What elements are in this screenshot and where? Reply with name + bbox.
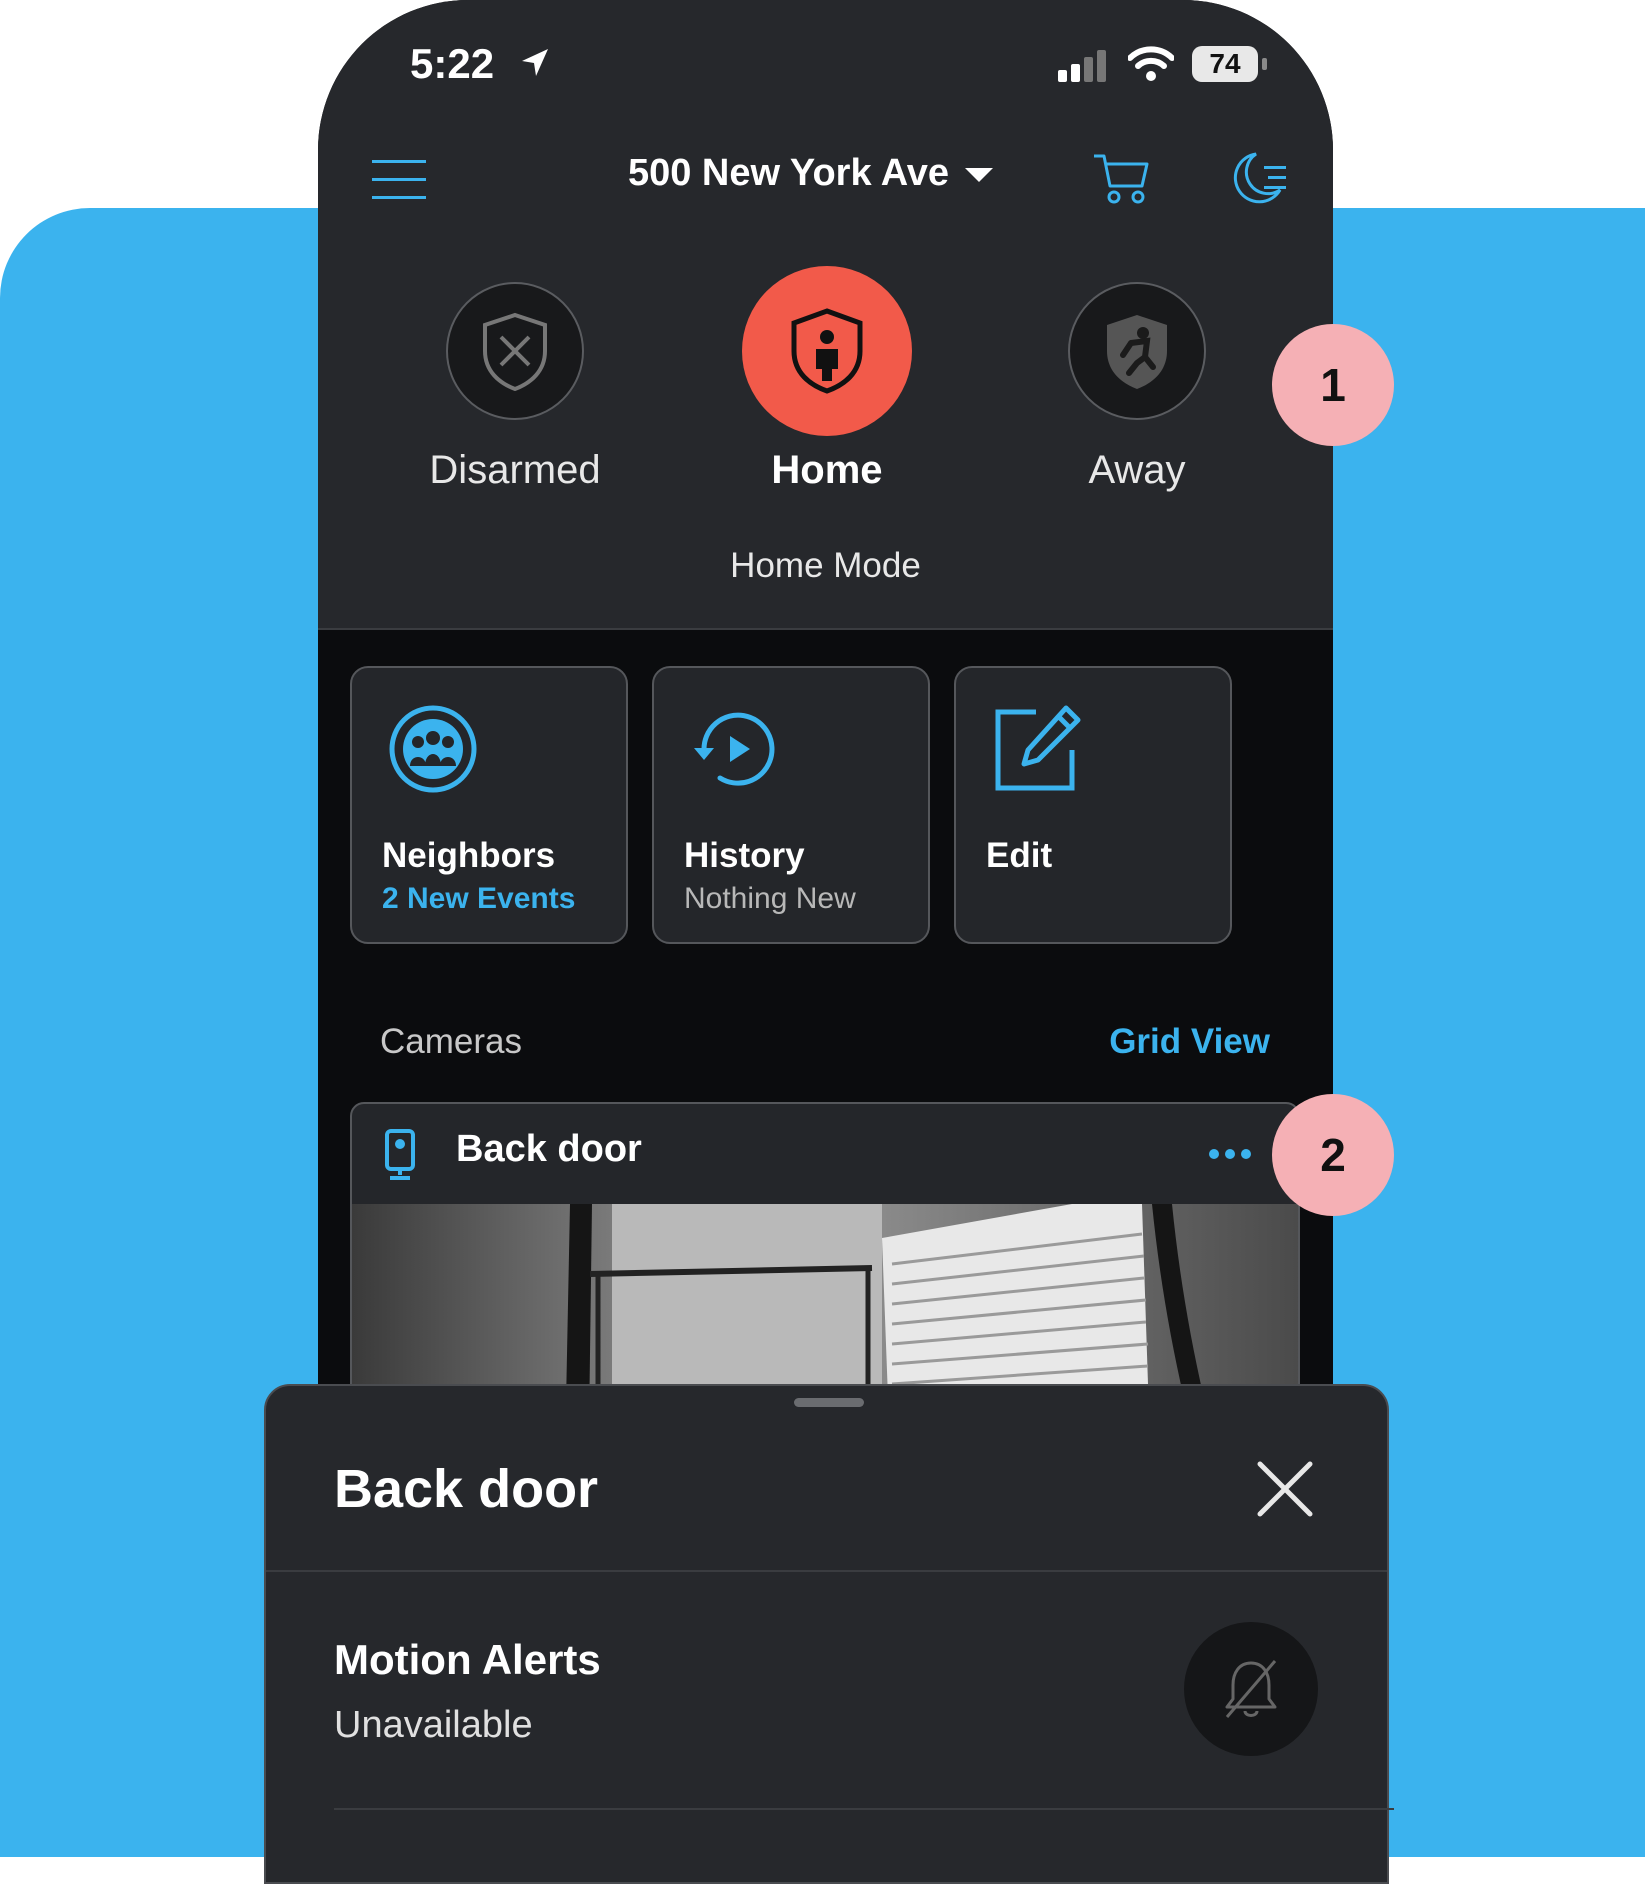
away-label: Away [1088, 448, 1186, 492]
location-arrow-icon [522, 49, 548, 76]
location-selector[interactable]: 500 New York Ave [318, 152, 1333, 195]
sheet-divider-bottom [334, 1808, 1394, 1810]
neighbors-icon [389, 705, 477, 793]
history-tile[interactable]: History Nothing New [652, 666, 930, 944]
battery-indicator: 74 [1192, 46, 1258, 82]
neighbors-title: Neighbors [382, 836, 556, 875]
sheet-drag-handle[interactable] [794, 1398, 864, 1407]
shopping-cart-icon[interactable] [1092, 150, 1150, 206]
battery-cap [1262, 58, 1267, 70]
current-mode-subtitle: Home Mode [730, 546, 921, 585]
home-mode-button[interactable] [742, 266, 912, 436]
history-play-icon [694, 712, 775, 786]
history-status: Nothing New [684, 882, 856, 915]
camera-name: Back door [456, 1128, 642, 1170]
bell-off-icon [1225, 1660, 1277, 1718]
grid-view-link[interactable]: Grid View [1109, 1022, 1270, 1062]
neighbors-events: 2 New Events [382, 882, 576, 915]
away-mode-button[interactable] [1068, 282, 1206, 420]
motion-alerts-toggle[interactable] [1184, 1622, 1318, 1756]
wifi-icon [1128, 46, 1174, 81]
chevron-down-icon [965, 167, 994, 182]
shield-running-person-icon [1107, 315, 1167, 389]
address-label: 500 New York Ave [627, 152, 950, 194]
disarmed-mode-button[interactable] [446, 282, 584, 420]
more-options-icon[interactable] [1208, 1148, 1252, 1160]
edit-pencil-icon [995, 705, 1081, 791]
disarmed-label: Disarmed [429, 448, 601, 492]
sheet-title: Back door [334, 1459, 599, 1519]
motion-alerts-status: Unavailable [334, 1704, 533, 1746]
home-label: Home [771, 448, 883, 492]
callout-badge-2: 2 [1272, 1094, 1394, 1216]
moon-modes-icon[interactable] [1230, 150, 1290, 206]
callout-badge-1: 1 [1272, 324, 1394, 446]
edit-tile[interactable]: Edit [954, 666, 1232, 944]
camera-bottom-sheet: Back door Motion Alerts Unavailable [264, 1384, 1394, 1884]
history-title: History [684, 836, 805, 875]
close-icon[interactable] [1256, 1460, 1314, 1518]
cellular-signal-icon [1058, 50, 1106, 82]
sheet-divider [266, 1570, 1387, 1572]
shield-x-icon [483, 312, 547, 391]
cameras-section-title: Cameras [380, 1022, 522, 1061]
camera-card-header: Back door [352, 1104, 1298, 1204]
neighbors-tile[interactable]: Neighbors 2 New Events [350, 666, 628, 944]
edit-title: Edit [986, 836, 1053, 875]
shield-person-icon [791, 308, 863, 394]
divider [318, 628, 1333, 630]
status-time: 5:22 [410, 40, 495, 87]
indoor-camera-icon [385, 1129, 415, 1180]
motion-alerts-title: Motion Alerts [334, 1636, 601, 1683]
